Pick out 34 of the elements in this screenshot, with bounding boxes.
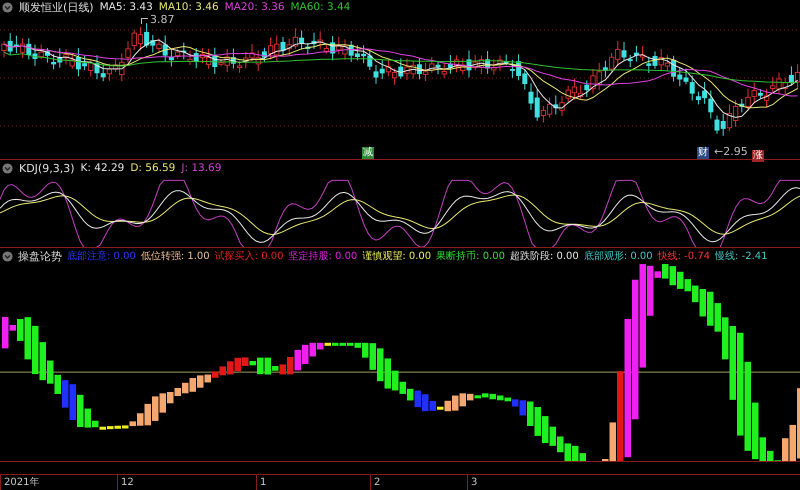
indicator-reading: K: 42.29 [80, 162, 124, 174]
indicator-reading: 快线: -0.74 [658, 250, 710, 263]
axis-label: 12 [117, 475, 134, 490]
chart-title: 操盘论势 [18, 248, 62, 264]
indicator-reading: MA10: 3.46 [158, 1, 219, 13]
price-label: ←2.95 [714, 145, 748, 158]
axis-label: 2 [370, 475, 380, 490]
chart-title: 顺发恒业(日线) [19, 0, 94, 14]
indicator-reading: J: 13.69 [181, 162, 222, 174]
indicator-reading: MA60: 3.44 [290, 1, 350, 13]
axis-label: 2021年 [0, 475, 40, 490]
indicator-reading: 试探买入: 0.00 [214, 250, 284, 263]
event-marker: 涨 [752, 150, 764, 162]
event-marker: 财 [697, 147, 709, 159]
indicator-reading: D: 56.59 [130, 162, 176, 174]
indicator-reading: 超跌阶段: 0.00 [510, 250, 579, 263]
indicator-reading: 底部注意: 0.00 [67, 250, 136, 263]
price-label: 3.87 [150, 13, 174, 26]
indicator-reading: 底部观形: 0.00 [584, 250, 653, 263]
indicator-reading: MA5: 3.43 [100, 1, 153, 13]
axis-label: 1 [256, 475, 266, 490]
leader-line [141, 18, 148, 24]
axis-label: 3 [467, 475, 478, 490]
dropdown-icon[interactable] [2, 2, 13, 12]
indicator-reading: 果断持币: 0.00 [436, 250, 505, 263]
event-marker: 减 [362, 147, 374, 159]
indicator-reading: 谨慎观望: 0.00 [362, 250, 432, 263]
chart-title: KDJ(9,3,3) [19, 162, 74, 174]
indicator-reading: 慢线: -2.41 [715, 250, 768, 263]
dropdown-icon[interactable] [2, 162, 13, 174]
indicator-reading: 低位转强: 1.00 [140, 250, 210, 263]
indicator-reading: 坚定持股: 0.00 [288, 250, 358, 263]
indicator-reading: MA20: 3.36 [224, 1, 284, 13]
dropdown-icon[interactable] [2, 250, 13, 262]
